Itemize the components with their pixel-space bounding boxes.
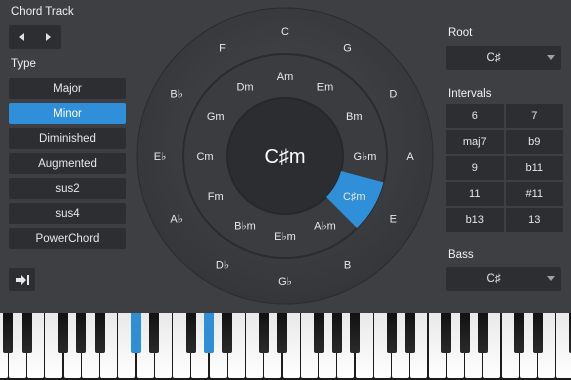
black-key-f-sharp[interactable] (58, 313, 68, 353)
inner-chord-dm[interactable]: Dm (236, 82, 253, 94)
black-key-b-flat[interactable] (350, 313, 360, 353)
circle-of-fifths-wheel: C G D A E B G♭ D♭ A♭ E♭ B♭ F Am Em Bm G♭m C♯m A♭m E♭m B♭m F… (136, 7, 434, 305)
black-key-b-flat[interactable] (222, 313, 233, 353)
black-key-f-sharp[interactable] (441, 313, 452, 353)
outer-key-d[interactable]: D (389, 89, 397, 101)
black-key-f-sharp[interactable] (313, 313, 324, 353)
inner-chord-g-flatm[interactable]: G♭m (354, 151, 377, 163)
inner-chord-e-flatm[interactable]: E♭m (274, 231, 296, 243)
black-key-f-sharp[interactable] (185, 313, 196, 353)
inner-chord-cm[interactable]: Cm (196, 151, 213, 163)
outer-key-e[interactable]: E (390, 214, 397, 226)
outer-key-f[interactable]: F (219, 43, 226, 55)
outer-key-a-flat[interactable]: A♭ (170, 214, 183, 226)
black-key-c-sharp[interactable] (386, 313, 397, 353)
outer-key-b[interactable]: B (344, 259, 351, 271)
black-key-g-sharp[interactable] (331, 313, 342, 353)
inner-chord-a-flatm[interactable]: A♭m (314, 220, 336, 232)
outer-key-e-flat[interactable]: E♭ (154, 151, 167, 163)
inner-chord-am[interactable]: Am (277, 71, 294, 83)
outer-key-b-flat[interactable]: B♭ (170, 89, 183, 101)
inner-chord-fm[interactable]: Fm (208, 191, 224, 203)
black-key-g-sharp[interactable] (76, 313, 87, 353)
outer-key-a[interactable]: A (406, 151, 414, 163)
inner-chord-bm[interactable]: Bm (346, 111, 363, 123)
black-key-c-sharp[interactable] (514, 313, 525, 353)
black-key-c-sharp[interactable] (131, 313, 141, 353)
inner-chord-gm[interactable]: Gm (207, 111, 225, 123)
black-key-g-sharp[interactable] (204, 313, 214, 353)
outer-key-g-flat[interactable]: G♭ (278, 276, 292, 288)
outer-key-c[interactable]: C (281, 26, 289, 38)
black-key-c-sharp[interactable] (3, 313, 14, 353)
black-key-e-flat[interactable] (532, 313, 543, 353)
black-key-b-flat[interactable] (94, 313, 105, 353)
outer-key-g[interactable]: G (343, 43, 352, 55)
current-chord-label: C♯m (264, 146, 305, 168)
black-key-g-sharp[interactable] (459, 313, 470, 353)
outer-key-d-flat[interactable]: D♭ (216, 259, 229, 271)
inner-chord-c-sharpm[interactable]: C♯m (343, 191, 366, 203)
black-key-c-sharp[interactable] (258, 313, 269, 353)
black-key-e-flat[interactable] (404, 313, 415, 353)
black-key-e-flat[interactable] (149, 313, 160, 353)
black-key-b-flat[interactable] (477, 313, 488, 353)
black-key-e-flat[interactable] (21, 313, 32, 353)
black-key-e-flat[interactable] (277, 313, 287, 353)
inner-chord-b-flatm[interactable]: B♭m (234, 220, 256, 232)
piano-keyboard (0, 313, 571, 380)
inner-chord-em[interactable]: Em (317, 82, 334, 94)
